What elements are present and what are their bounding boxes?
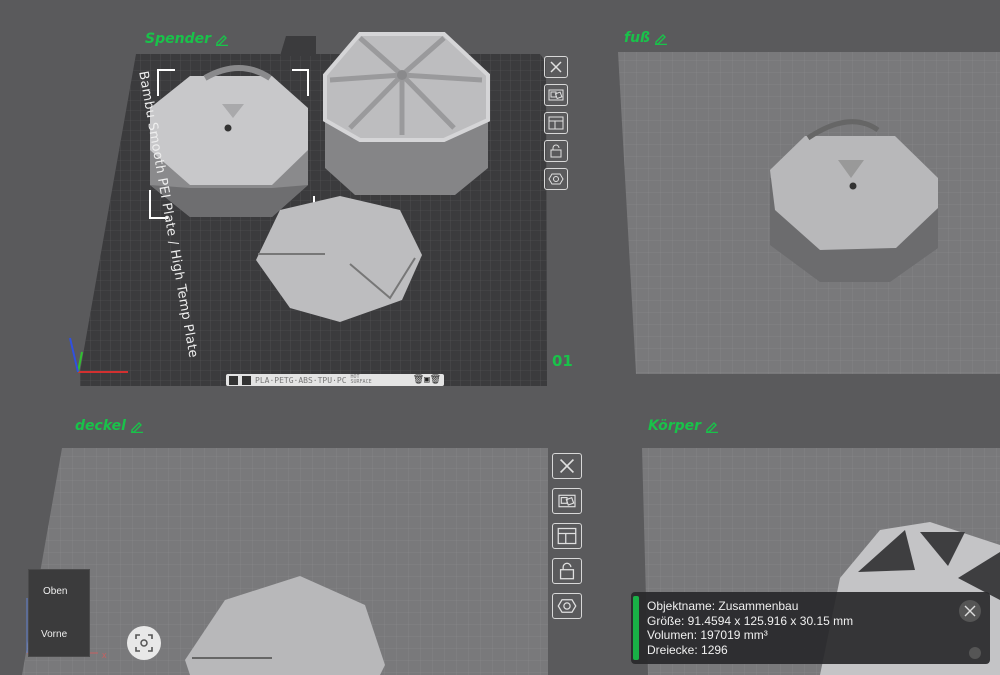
filament-compat-strip: PLA·PETG·ABS·TPU·PC HOT SURFACE 🗑▣🗑 [226, 374, 444, 386]
zoom-fit-icon [135, 634, 153, 652]
arrange-plate-button[interactable] [544, 84, 568, 106]
plate-title-fuss[interactable]: fuß [624, 30, 668, 46]
bambu-logo-icon [229, 375, 238, 385]
arrange-icon [558, 494, 576, 508]
plate-settings-button[interactable] [544, 168, 568, 190]
plate-title-deckel[interactable]: deckel [75, 418, 144, 434]
layout-icon [548, 116, 564, 130]
view-cube[interactable]: Oben Vorne [28, 569, 90, 657]
settings-icon [548, 173, 564, 185]
view-top-label[interactable]: Oben [43, 586, 67, 597]
orient-plate-button[interactable] [544, 112, 568, 134]
object-triangles-line: Dreiecke: 1296 [647, 642, 728, 657]
deckel-plate-toolbar [552, 453, 582, 628]
orient-plate-button[interactable] [552, 523, 582, 549]
object-name-line: Objektname: Zusammenbau [647, 599, 799, 613]
collapse-icon[interactable] [969, 647, 981, 659]
lock-icon [559, 562, 575, 580]
close-icon [550, 61, 562, 73]
lock-plate-button[interactable] [552, 558, 582, 584]
arrange-plate-button[interactable] [552, 488, 582, 514]
close-info-button[interactable] [959, 600, 981, 622]
close-icon [964, 605, 976, 617]
view-front-label[interactable]: Vorne [41, 629, 67, 640]
edit-pencil-icon[interactable] [215, 32, 229, 47]
plate-title-koerper[interactable]: Körper [648, 418, 719, 434]
hot-surface-label: HOT SURFACE [350, 374, 372, 385]
edit-pencil-icon[interactable] [654, 31, 668, 46]
active-plate-toolbar [544, 56, 568, 196]
plate-title-spender[interactable]: Spender [145, 31, 229, 47]
lock-icon [550, 144, 562, 158]
trash-icons: 🗑▣🗑 [412, 375, 441, 385]
remove-plate-button[interactable] [552, 453, 582, 479]
layout-icon [557, 527, 577, 545]
bambu-logo-icon [242, 375, 251, 385]
zoom-fit-button[interactable] [127, 626, 161, 660]
plate-name: fuß [624, 30, 651, 46]
close-icon [559, 458, 575, 474]
edit-pencil-icon[interactable] [705, 419, 719, 434]
settings-icon [557, 599, 577, 613]
lock-plate-button[interactable] [544, 140, 568, 162]
arrange-icon [548, 89, 564, 101]
plate-name: deckel [75, 418, 126, 434]
plate-settings-button[interactable] [552, 593, 582, 619]
object-volume-line: Volumen: 197019 mm³ [647, 628, 768, 642]
koerper-part[interactable] [323, 32, 490, 195]
plate-name: Spender [145, 31, 211, 47]
plate-number: 01 [552, 352, 573, 370]
object-size-line: Größe: 91.4594 x 125.916 x 30.15 mm [647, 613, 854, 628]
x-axis-label: x [102, 650, 107, 660]
remove-plate-button[interactable] [544, 56, 568, 78]
plate-name: Körper [648, 418, 702, 434]
filament-label: PLA·PETG·ABS·TPU·PC [255, 375, 347, 385]
edit-pencil-icon[interactable] [130, 419, 144, 434]
3d-viewport[interactable]: Spender fuß deckel Körper Bambu Smooth P… [0, 0, 1000, 675]
object-info-panel: Objektname: Zusammenbau Größe: 91.4594 x… [631, 592, 990, 664]
info-accent-bar [633, 596, 639, 660]
